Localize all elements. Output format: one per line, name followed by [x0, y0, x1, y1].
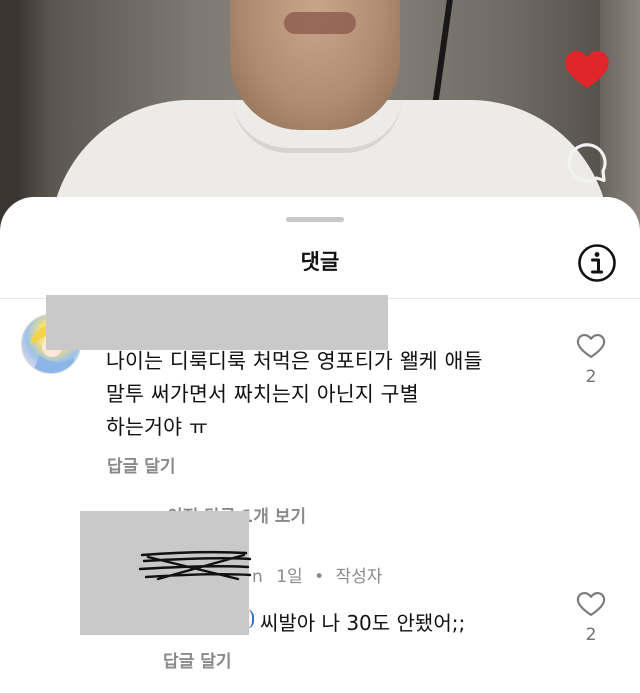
heart-filled-icon [565, 51, 609, 88]
info-icon [578, 244, 616, 282]
comment-line: 하는거야 ㅠ [106, 415, 209, 439]
comment-line: 나이는 디룩디룩 처먹은 영포티가 왤케 애들 [106, 349, 483, 373]
author-badge: 작성자 [335, 567, 383, 587]
heart-outline-icon [576, 333, 606, 358]
info-button[interactable] [577, 243, 617, 283]
reply-meta: n 1일 • 작성자 [252, 562, 382, 587]
comment-text: 나이는 디룩디룩 처먹은 영포티가 왤케 애들 말투 써가면서 짜치는지 아닌지… [106, 345, 566, 444]
comment-line: 말투 써가면서 짜치는지 아닌지 구별 [106, 382, 419, 406]
comment-bubble-icon [567, 143, 607, 183]
meta-separator: • [314, 567, 325, 587]
comments-sheet: 댓글 나이는 디룩디룩 처먹은 영포티가 왤케 애들 말투 써가면서 짜치는지 … [0, 197, 640, 693]
redacted-username [46, 295, 388, 350]
drag-handle[interactable] [286, 217, 344, 222]
like-video-button[interactable] [561, 44, 613, 92]
comment-like[interactable]: 2 [571, 331, 611, 387]
comment-video-button[interactable] [560, 138, 612, 190]
sheet-title: 댓글 [300, 250, 340, 274]
reply-text: 씨발아 나 30도 안됐어;; [260, 611, 466, 635]
reply-button[interactable]: 답글 달기 [107, 452, 175, 477]
scribble-redaction [138, 550, 252, 581]
reply-button[interactable]: 답글 달기 [163, 647, 231, 672]
reply-like[interactable]: 2 [571, 589, 611, 645]
like-count: 2 [585, 367, 597, 387]
heart-outline-icon [576, 591, 606, 616]
reply-time: 1일 [276, 567, 303, 587]
like-count: 2 [585, 625, 597, 645]
person-lips [284, 12, 356, 34]
